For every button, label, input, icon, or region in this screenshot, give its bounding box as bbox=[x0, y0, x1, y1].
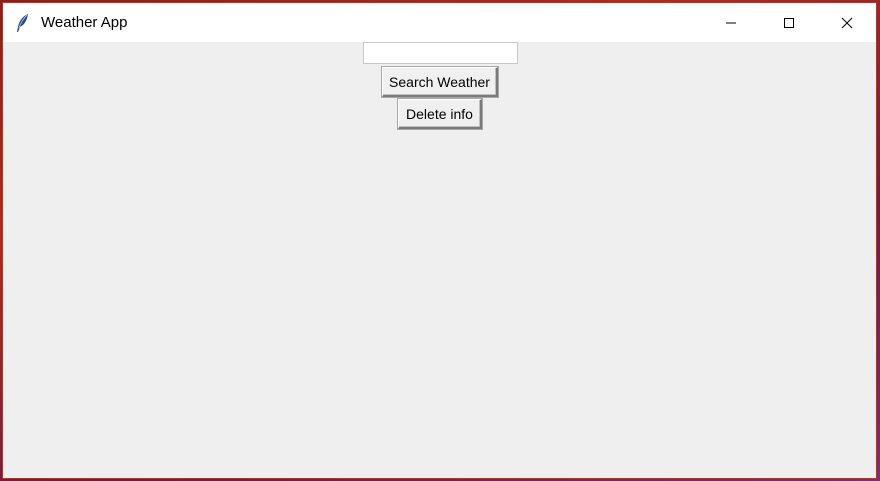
app-window: Weather App Search Weather Delete info bbox=[2, 2, 877, 479]
main-content: Search Weather Delete info bbox=[3, 42, 876, 478]
window-title: Weather App bbox=[41, 14, 128, 31]
minimize-button[interactable] bbox=[702, 3, 760, 42]
search-weather-button[interactable]: Search Weather bbox=[382, 67, 498, 97]
window-controls bbox=[702, 3, 876, 42]
title-bar[interactable]: Weather App bbox=[3, 3, 876, 42]
feather-icon bbox=[15, 13, 31, 33]
close-icon bbox=[841, 17, 853, 28]
maximize-button[interactable] bbox=[760, 3, 818, 42]
minimize-icon bbox=[726, 22, 736, 23]
close-button[interactable] bbox=[818, 3, 876, 42]
desktop-background: Weather App Search Weather Delete info bbox=[0, 0, 880, 481]
maximize-icon bbox=[784, 17, 794, 28]
city-search-input[interactable] bbox=[363, 42, 518, 64]
delete-info-button[interactable]: Delete info bbox=[398, 99, 482, 129]
